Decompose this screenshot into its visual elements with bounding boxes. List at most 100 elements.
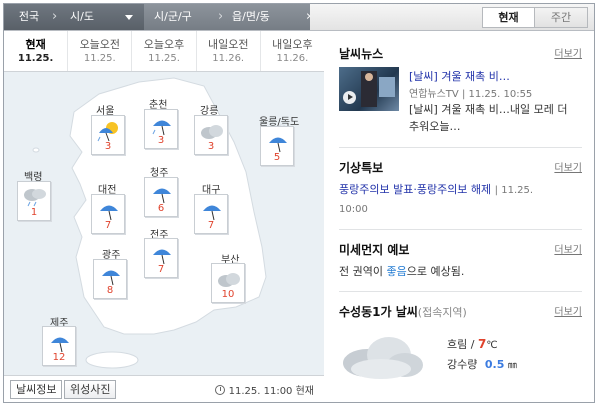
location-province-select[interactable]: 시/도 (54, 4, 144, 30)
weather-tile-gangneung[interactable]: 3 (194, 115, 228, 155)
umbrella-icon (153, 249, 171, 265)
umbrella-icon (203, 205, 221, 221)
weather-tile-gwangju[interactable]: 8 (93, 259, 127, 299)
weather-warning-more-link[interactable]: 더보기 (554, 159, 582, 174)
chevron-down-icon (125, 15, 133, 20)
weather-tile-chuncheon[interactable]: 3 (144, 109, 178, 149)
time-tab-date: 11.25. (148, 53, 180, 64)
fine-dust-level: 좋음 (386, 265, 407, 278)
fine-dust-title: 미세먼지 예보 (339, 243, 410, 257)
observation-time-text: 11.25. 11:00 현재 (228, 386, 314, 397)
weather-tile-ulleung[interactable]: 5 (260, 126, 294, 166)
rain-sun-umbrella-icon (97, 122, 118, 142)
umbrella-icon (102, 270, 120, 286)
map-panel: 현재 11.25. 오늘오전 11.25. 오늘오후 11.25. 내일오전 1… (4, 31, 324, 402)
fine-dust-section: 미세먼지 예보 더보기 전 권역이 좋음으로 예상됨. (339, 241, 582, 291)
breadcrumb-separator-icon: › (52, 9, 58, 24)
time-tab-label: 오늘오전 (79, 38, 121, 51)
time-tab-date: 11.25. (83, 53, 116, 64)
fine-dust-prefix: 전 권역이 (339, 265, 387, 278)
news-time: | 11.25. 10:55 (461, 89, 533, 100)
satellite-image-button[interactable]: 위성사진 (64, 380, 117, 399)
weather-tile-busan[interactable]: 10 (211, 263, 245, 303)
time-tab-date: 11.26. (276, 53, 309, 64)
temperature-gwangju: 8 (106, 285, 114, 296)
temperature-ulleung: 5 (273, 152, 281, 163)
cloud-icon (201, 125, 223, 139)
time-tab-date: 11.26. (212, 53, 245, 64)
rain-cloud-icon (24, 189, 46, 207)
tab-weekly[interactable]: 주간 (535, 8, 587, 27)
divider (339, 291, 582, 292)
weather-tile-baengnyeong[interactable]: 1 (17, 181, 51, 221)
temperature-seoul: 3 (104, 141, 112, 152)
news-headline-link[interactable]: [날씨] 겨울 재촉 비… (409, 68, 582, 84)
local-weather-title: 수성동1가 날씨(접속지역) (339, 303, 582, 320)
local-temperature-unit: ℃ (486, 340, 498, 351)
temperature-cheongju: 6 (157, 203, 165, 214)
fine-dust-suffix: 으로 예상됨. (406, 265, 465, 278)
umbrella-icon (152, 120, 171, 136)
province-label: 시/도 (70, 10, 94, 23)
weather-widget: 전국 시/도 › 시/군/구 › 읍/면/동 › 현재 주간 현재 11.25.… (3, 3, 595, 403)
temperature-baengnyeong: 1 (30, 207, 38, 218)
time-tab-label: 오늘오후 (143, 38, 185, 51)
location-city-select[interactable]: 시/군/구 (144, 4, 222, 30)
local-weather-name: 수성동1가 날씨 (339, 305, 418, 319)
time-tab-tomorrow-am[interactable]: 내일오전 11.26. (197, 31, 261, 71)
fine-dust-more-link[interactable]: 더보기 (554, 241, 582, 256)
precipitation-label: 강수량 (447, 358, 478, 371)
weather-tile-cheongju[interactable]: 6 (144, 177, 178, 217)
news-source: 연합뉴스TV (409, 89, 459, 100)
local-precipitation: 강수량 0.5 ㎜ (447, 356, 517, 372)
news-headline-text: 겨울 재촉 비… (437, 70, 510, 83)
time-tab-label: 내일오전 (207, 38, 249, 51)
time-tab-label: 현재 (25, 38, 46, 51)
news-video-thumbnail[interactable] (339, 67, 399, 111)
temperature-chuncheon: 3 (157, 135, 165, 146)
time-tab-today-pm[interactable]: 오늘오후 11.25. (132, 31, 197, 71)
local-weather-more-link[interactable]: 더보기 (554, 303, 582, 318)
time-tab-today-am[interactable]: 오늘오전 11.25. (68, 31, 133, 71)
weather-tile-seoul[interactable]: 3 (91, 115, 125, 155)
weather-tile-jeonju[interactable]: 7 (144, 238, 178, 278)
weather-warning-title: 기상특보 (339, 161, 384, 175)
weather-tile-daejeon[interactable]: 7 (91, 194, 125, 234)
news-headline-tag: [날씨] (409, 70, 438, 83)
korea-weather-map: 서울 3 춘천 3 강릉 3 울릉/독도 5 백령 1 청주 6 대전 7 대구… (4, 72, 324, 375)
temperature-daejeon: 7 (104, 220, 112, 231)
breadcrumb-separator-icon: › (306, 9, 312, 24)
warning-link[interactable]: 풍랑주의보 발표·풍랑주의보 해제 (339, 183, 491, 196)
fine-dust-forecast: 전 권역이 좋음으로 예상됨. (339, 263, 464, 279)
divider (339, 147, 582, 148)
umbrella-icon (51, 337, 69, 353)
location-nationwide[interactable]: 전국 (4, 4, 54, 30)
weather-news-section: 날씨뉴스 더보기 [날씨] 겨울 재촉 비… 연합뉴스TV | 11.25. 1… (339, 45, 582, 145)
temperature-daegu: 7 (207, 220, 215, 231)
time-tab-label: 내일오후 (272, 38, 313, 51)
weather-info-button[interactable]: 날씨정보 (10, 380, 63, 399)
news-thumbnail-image (361, 71, 395, 107)
play-icon (343, 91, 356, 104)
news-meta: 연합뉴스TV | 11.25. 10:55 (409, 85, 532, 100)
weather-news-more-link[interactable]: 더보기 (554, 45, 582, 60)
time-tab-now[interactable]: 현재 11.25. (4, 31, 69, 71)
weather-tile-jeju[interactable]: 12 (42, 326, 76, 366)
weather-news-title: 날씨뉴스 (339, 47, 384, 61)
umbrella-icon (153, 188, 171, 204)
local-weather-subtitle: (접속지역) (417, 306, 467, 319)
precipitation-unit: ㎜ (507, 361, 517, 371)
temperature-jeonju: 7 (157, 264, 165, 275)
news-snippet[interactable]: [날씨] 겨울 재촉 비…내일 모레 더 추워오늘… (409, 101, 579, 135)
tab-now[interactable]: 현재 (483, 8, 535, 27)
local-condition-text: 흐림 / (447, 338, 475, 351)
warning-detail: 풍랑주의보 발표·풍랑주의보 해제 | 11.25. 10:00 (339, 181, 582, 219)
temperature-jeju: 12 (52, 352, 66, 363)
cloudy-icon (343, 337, 423, 379)
location-town-select[interactable]: 읍/면/동 (222, 4, 310, 30)
map-footer: 날씨정보 위성사진 11.25. 11:00 현재 (4, 375, 324, 402)
warning-time-a: | 11.25. (494, 185, 534, 196)
info-panel: 날씨뉴스 더보기 [날씨] 겨울 재촉 비… 연합뉴스TV | 11.25. 1… (325, 31, 594, 402)
weather-tile-daegu[interactable]: 7 (194, 194, 228, 234)
time-tab-tomorrow-pm[interactable]: 내일오후 11.26. (261, 31, 324, 71)
